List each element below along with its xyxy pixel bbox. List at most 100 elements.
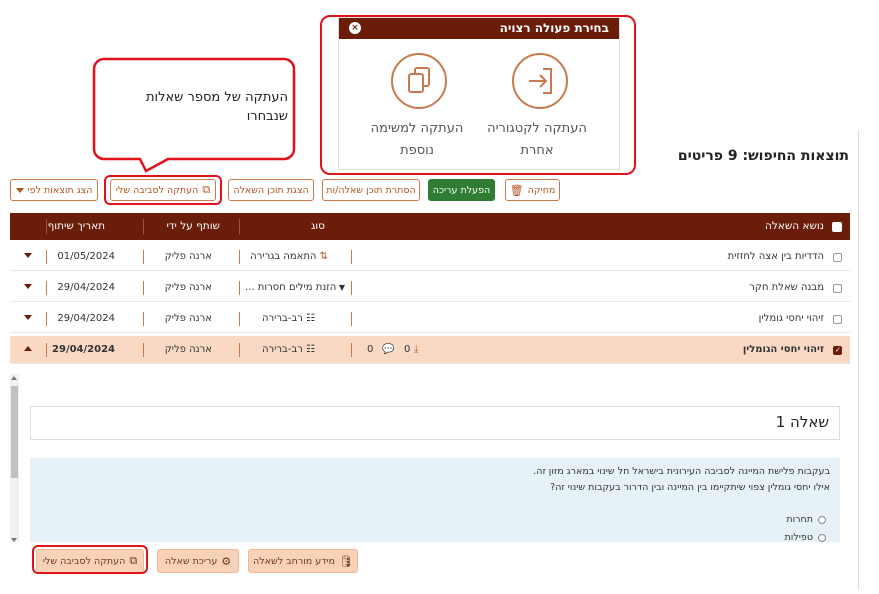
header-share-date[interactable]: תאריך שיתוף <box>48 220 105 232</box>
scrollbar-thumb[interactable] <box>11 386 18 478</box>
expand-chevron-icon[interactable] <box>24 315 32 320</box>
row-type-label: התאמה בגרירה <box>250 251 317 262</box>
list-icon: ☷ <box>302 344 315 355</box>
gear-icon: ⚙ <box>221 554 232 568</box>
row-date: 29/04/2024 <box>52 344 115 355</box>
row-type: ▼ הזנת מילים חסרות ... <box>245 282 345 293</box>
header-divider <box>239 219 240 234</box>
trash-icon: 🗑 <box>509 183 524 197</box>
callout-text: העתקה של מספר שאלות שנבחרו <box>146 90 288 124</box>
row-divider <box>351 250 352 264</box>
row-type: ⇅ התאמה בגרירה <box>250 251 328 262</box>
extended-info-button[interactable]: 🛢 מידע מורחב לשאלה <box>248 549 358 573</box>
row-subject: זיהוי יחסי הגומלין <box>742 344 824 355</box>
right-panel-border <box>858 130 859 590</box>
row-checkbox[interactable] <box>833 253 842 262</box>
table-row[interactable]: הדדיות בין אצה לחזזית ⇅ התאמה בגרירה ארנ… <box>10 243 850 271</box>
edit-question-button[interactable]: ⚙ עריכת שאלה <box>157 549 239 573</box>
table-row[interactable]: מבנה שאלת חקר ▼ הזנת מילים חסרות ... ארנ… <box>10 274 850 302</box>
chevron-down-icon <box>15 187 24 193</box>
row-type-label: רב-ברירה <box>261 313 303 324</box>
comments-count: 0 <box>367 344 374 355</box>
row-divider <box>143 281 144 295</box>
row-divider <box>239 250 240 264</box>
select-all-checkbox[interactable] <box>832 222 842 232</box>
header-divider <box>46 219 47 234</box>
row-date: 29/04/2024 <box>57 313 115 324</box>
header-shared-by[interactable]: שותף על ידי <box>166 220 220 232</box>
row-divider <box>143 343 144 357</box>
row-divider <box>143 250 144 264</box>
row-type-label: הזנת מילים חסרות ... <box>245 282 337 293</box>
row-type: ☷ רב-ברירה <box>262 313 315 324</box>
row-divider <box>143 312 144 326</box>
edit-mode-label: הפעלת עריכה <box>432 184 491 196</box>
row-shared-by: ארנה פליק <box>164 251 212 262</box>
delete-button[interactable]: מחיקה 🗑 <box>505 179 560 201</box>
row-subject: מבנה שאלת חקר <box>749 282 824 293</box>
row-divider <box>351 312 352 326</box>
row-divider <box>351 343 352 357</box>
edit-question-label: עריכת שאלה <box>164 555 218 567</box>
database-icon: 🛢 <box>338 554 353 568</box>
show-results-by-dropdown[interactable]: הצג תוצאות לפי <box>10 179 98 201</box>
scrollbar-track[interactable] <box>10 374 19 544</box>
answer-option-label: תחרות <box>786 514 813 525</box>
show-results-by-label: הצג תוצאות לפי <box>27 184 93 196</box>
popup-highlight <box>320 15 636 175</box>
collapse-chevron-icon[interactable] <box>24 346 32 351</box>
expand-chevron-icon[interactable] <box>24 253 32 258</box>
row-divider <box>351 281 352 295</box>
row-divider <box>46 281 47 295</box>
delete-label: מחיקה <box>527 184 556 196</box>
header-subject[interactable]: נושא השאלה <box>765 220 824 232</box>
row-divider <box>46 343 47 357</box>
question-text-line1: בעקבות פלישת המיינה לסביבה העירונית בישר… <box>533 466 830 477</box>
row-divider <box>239 343 240 357</box>
row-divider <box>239 281 240 295</box>
copy-detail-highlight <box>32 545 148 574</box>
hide-content-button[interactable]: הסתרת תוכן שאלה/ות <box>322 179 420 201</box>
question-title: שאלה 1 <box>775 413 829 431</box>
row-checkbox[interactable] <box>833 315 842 324</box>
downloads-count: 0 <box>404 344 411 355</box>
row-shared-by: ארנה פליק <box>164 313 212 324</box>
row-checkbox[interactable] <box>833 346 842 355</box>
question-title-box: שאלה 1 <box>30 406 840 440</box>
row-shared-by: ארנה פליק <box>164 282 212 293</box>
drag-match-icon: ⇅ <box>316 251 328 262</box>
scroll-up-arrow-icon[interactable] <box>11 376 17 380</box>
row-date: 01/05/2024 <box>57 251 115 262</box>
row-type-label: רב-ברירה <box>261 344 303 355</box>
row-subject: זיהוי יחסי גומלין <box>758 313 824 324</box>
table-row-expanded[interactable]: זיהוי יחסי הגומלין 0 💬 0 ⤓ ☷ רב-ברירה אר… <box>10 336 850 364</box>
question-body: בעקבות פלישת המיינה לסביבה העירונית בישר… <box>30 458 840 543</box>
edit-mode-button[interactable]: הפעלת עריכה <box>428 179 495 201</box>
row-divider <box>46 250 47 264</box>
table-row[interactable]: זיהוי יחסי גומלין ☷ רב-ברירה ארנה פליק 2… <box>10 305 850 333</box>
show-content-button[interactable]: הצגת תוכן השאלה <box>228 179 314 201</box>
row-subject: הדדיות בין אצה לחזזית <box>727 251 824 262</box>
question-text-line2: אילו יחסי גומלין צפוי שיתקיימו בין המיינ… <box>550 482 830 493</box>
row-type: ☷ רב-ברירה <box>262 344 315 355</box>
extended-info-label: מידע מורחב לשאלה <box>253 555 335 567</box>
list-icon: ☷ <box>302 313 315 324</box>
row-divider <box>239 312 240 326</box>
results-title: תוצאות החיפוש: 9 פריטים <box>677 148 849 164</box>
radio-button[interactable] <box>818 515 826 524</box>
row-checkbox[interactable] <box>833 284 842 293</box>
header-divider <box>143 219 144 234</box>
dropdown-icon: ▼ <box>336 283 345 292</box>
copy-button-highlight <box>104 175 222 205</box>
answer-option[interactable]: תחרות <box>786 514 826 525</box>
hide-content-label: הסתרת תוכן שאלה/ות <box>326 184 416 196</box>
radio-button[interactable] <box>818 533 826 542</box>
table-header: נושא השאלה סוג שותף על ידי תאריך שיתוף <box>10 213 850 240</box>
row-divider <box>46 312 47 326</box>
download-icon[interactable]: ⤓ <box>414 344 418 355</box>
show-content-label: הצגת תוכן השאלה <box>233 184 309 196</box>
row-date: 29/04/2024 <box>57 282 115 293</box>
comment-icon[interactable]: 💬 <box>382 344 394 355</box>
expand-chevron-icon[interactable] <box>24 284 32 289</box>
header-type[interactable]: סוג <box>311 220 325 232</box>
